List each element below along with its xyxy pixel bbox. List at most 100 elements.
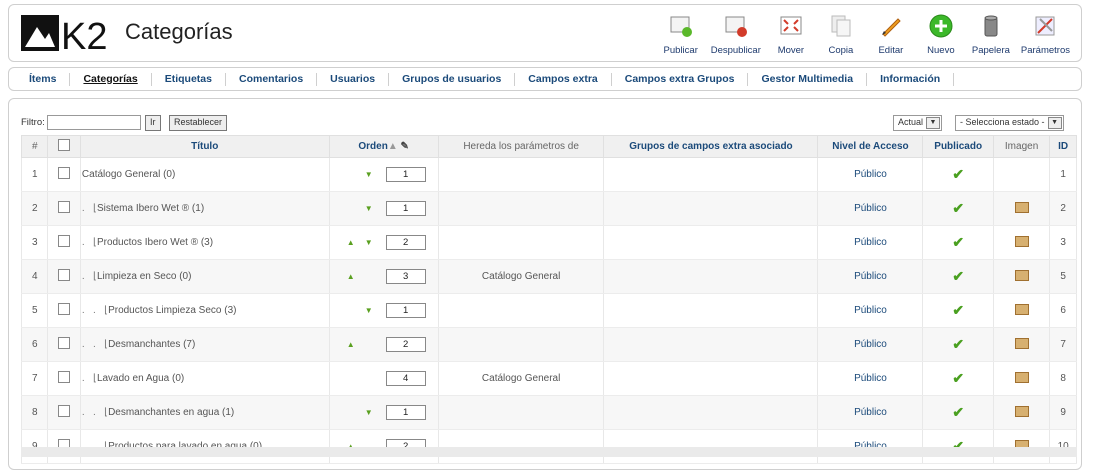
order-down-icon[interactable]: ▼: [360, 408, 378, 417]
access-link[interactable]: Público: [817, 395, 924, 430]
col-extra-groups[interactable]: Grupos de campos extra asociado: [603, 135, 819, 158]
tab-7[interactable]: Campos extra Grupos: [612, 72, 749, 86]
indent-marker: . . ⌊: [81, 407, 109, 418]
row-checkbox-cell: [47, 395, 81, 430]
category-title-link[interactable]: Desmanchantes en agua (1): [108, 407, 234, 418]
order-cell: ▲2: [328, 327, 439, 362]
order-up-icon[interactable]: ▲: [342, 272, 360, 281]
table-row: 1 Catálogo General (0) ▼ 1 Público ✔ 1: [20, 157, 1077, 192]
order-input[interactable]: 1: [385, 303, 426, 318]
order-input[interactable]: 1: [385, 405, 426, 420]
tab-3[interactable]: Comentarios: [226, 72, 318, 86]
extra-groups-cell: [603, 395, 819, 430]
category-title-link[interactable]: Limpieza en Seco (0): [97, 271, 192, 282]
copy-button[interactable]: Copia: [816, 11, 866, 57]
col-title[interactable]: Título: [79, 135, 330, 158]
access-link[interactable]: Público: [817, 157, 924, 192]
tab-5[interactable]: Grupos de usuarios: [389, 72, 516, 86]
category-filter-select[interactable]: Actual ▼: [893, 115, 943, 131]
move-button[interactable]: Mover: [766, 11, 816, 57]
col-id[interactable]: ID: [1049, 135, 1077, 158]
id-cell: 9: [1049, 395, 1077, 430]
id-cell: 8: [1049, 361, 1077, 396]
category-title-link[interactable]: Productos Ibero Wet ® (3): [97, 237, 213, 248]
unpublish-button[interactable]: Despublicar: [706, 11, 766, 57]
col-title-label: Título: [191, 141, 219, 152]
order-input[interactable]: 3: [385, 269, 426, 284]
tab-0[interactable]: Ítems: [9, 72, 71, 86]
filter-input[interactable]: [47, 115, 141, 130]
published-check-icon[interactable]: ✔: [952, 234, 964, 250]
row-checkbox[interactable]: [58, 167, 71, 179]
tab-1[interactable]: Categorías: [70, 72, 152, 86]
row-checkbox[interactable]: [58, 235, 71, 247]
order-down-icon[interactable]: ▼: [360, 306, 378, 315]
access-link[interactable]: Público: [817, 293, 924, 328]
category-title-link[interactable]: Sistema Ibero Wet ® (1): [97, 203, 204, 214]
access-link[interactable]: Público: [817, 259, 924, 294]
col-published[interactable]: Publicado: [922, 135, 994, 158]
published-check-icon[interactable]: ✔: [952, 200, 964, 216]
col-access[interactable]: Nivel de Acceso: [817, 135, 924, 158]
table-header-row: # Título Orden▲ ✎ Hereda los parámetros …: [20, 135, 1077, 158]
order-input[interactable]: 1: [385, 167, 426, 182]
category-title-link[interactable]: Productos Limpieza Seco (3): [108, 305, 236, 316]
save-order-icon[interactable]: ✎: [401, 141, 409, 152]
image-cell: [992, 361, 1051, 396]
category-title-link[interactable]: Desmanchantes (7): [108, 339, 195, 350]
image-cell: [992, 327, 1051, 362]
tab-6[interactable]: Campos extra: [515, 72, 612, 86]
edit-button[interactable]: Editar: [866, 11, 916, 57]
row-checkbox[interactable]: [58, 405, 71, 417]
inherits-cell: [437, 327, 605, 362]
order-down-icon[interactable]: ▼: [360, 170, 378, 179]
row-checkbox[interactable]: [58, 371, 71, 383]
row-checkbox[interactable]: [58, 303, 71, 315]
reset-button[interactable]: Restablecer: [169, 115, 228, 131]
order-up-icon[interactable]: ▲: [342, 340, 360, 349]
row-checkbox[interactable]: [58, 201, 71, 213]
order-down-icon[interactable]: ▼: [360, 204, 378, 213]
published-check-icon[interactable]: ✔: [952, 404, 964, 420]
order-down-icon[interactable]: ▼: [360, 238, 378, 247]
published-check-icon[interactable]: ✔: [952, 268, 964, 284]
row-checkbox[interactable]: [58, 337, 71, 349]
indent-marker: . ⌊: [81, 237, 97, 248]
select-all-checkbox[interactable]: [58, 139, 71, 151]
tab-9[interactable]: Información: [867, 72, 955, 86]
col-order[interactable]: Orden▲ ✎: [328, 135, 439, 158]
trash-button[interactable]: Papelera: [966, 11, 1016, 57]
publish-button[interactable]: Publicar: [656, 11, 706, 57]
published-check-icon[interactable]: ✔: [952, 302, 964, 318]
row-number: 8: [20, 395, 49, 430]
new-button[interactable]: Nuevo: [916, 11, 966, 57]
tab-4[interactable]: Usuarios: [317, 72, 390, 86]
go-button[interactable]: Ir: [145, 115, 161, 131]
order-input[interactable]: 2: [385, 337, 426, 352]
state-filter-select[interactable]: - Selecciona estado - ▼: [955, 115, 1064, 131]
tab-8[interactable]: Gestor Multimedia: [748, 72, 868, 86]
access-link[interactable]: Público: [817, 191, 924, 226]
category-title-link[interactable]: Catálogo General (0): [82, 169, 175, 180]
id-cell: 5: [1049, 259, 1077, 294]
access-link[interactable]: Público: [817, 327, 924, 362]
published-check-icon[interactable]: ✔: [952, 370, 964, 386]
move-icon: [780, 16, 802, 35]
order-up-icon[interactable]: ▲: [342, 238, 360, 247]
row-checkbox[interactable]: [58, 269, 71, 281]
col-published-label: Publicado: [934, 141, 983, 152]
access-link[interactable]: Público: [817, 225, 924, 260]
published-check-icon[interactable]: ✔: [952, 166, 964, 182]
order-input[interactable]: 4: [385, 371, 426, 386]
tab-2[interactable]: Etiquetas: [152, 72, 226, 86]
category-title-link[interactable]: Lavado en Agua (0): [97, 373, 184, 384]
col-inherits: Hereda los parámetros de: [437, 135, 605, 158]
trash-button-label: Papelera: [971, 45, 1010, 56]
order-input[interactable]: 1: [385, 201, 426, 216]
order-input[interactable]: 2: [385, 235, 426, 250]
params-button[interactable]: Parámetros: [1016, 11, 1075, 57]
published-cell: ✔: [922, 293, 994, 328]
published-check-icon[interactable]: ✔: [952, 336, 964, 352]
access-link[interactable]: Público: [817, 361, 924, 396]
indent-marker: . ⌊: [81, 373, 97, 384]
